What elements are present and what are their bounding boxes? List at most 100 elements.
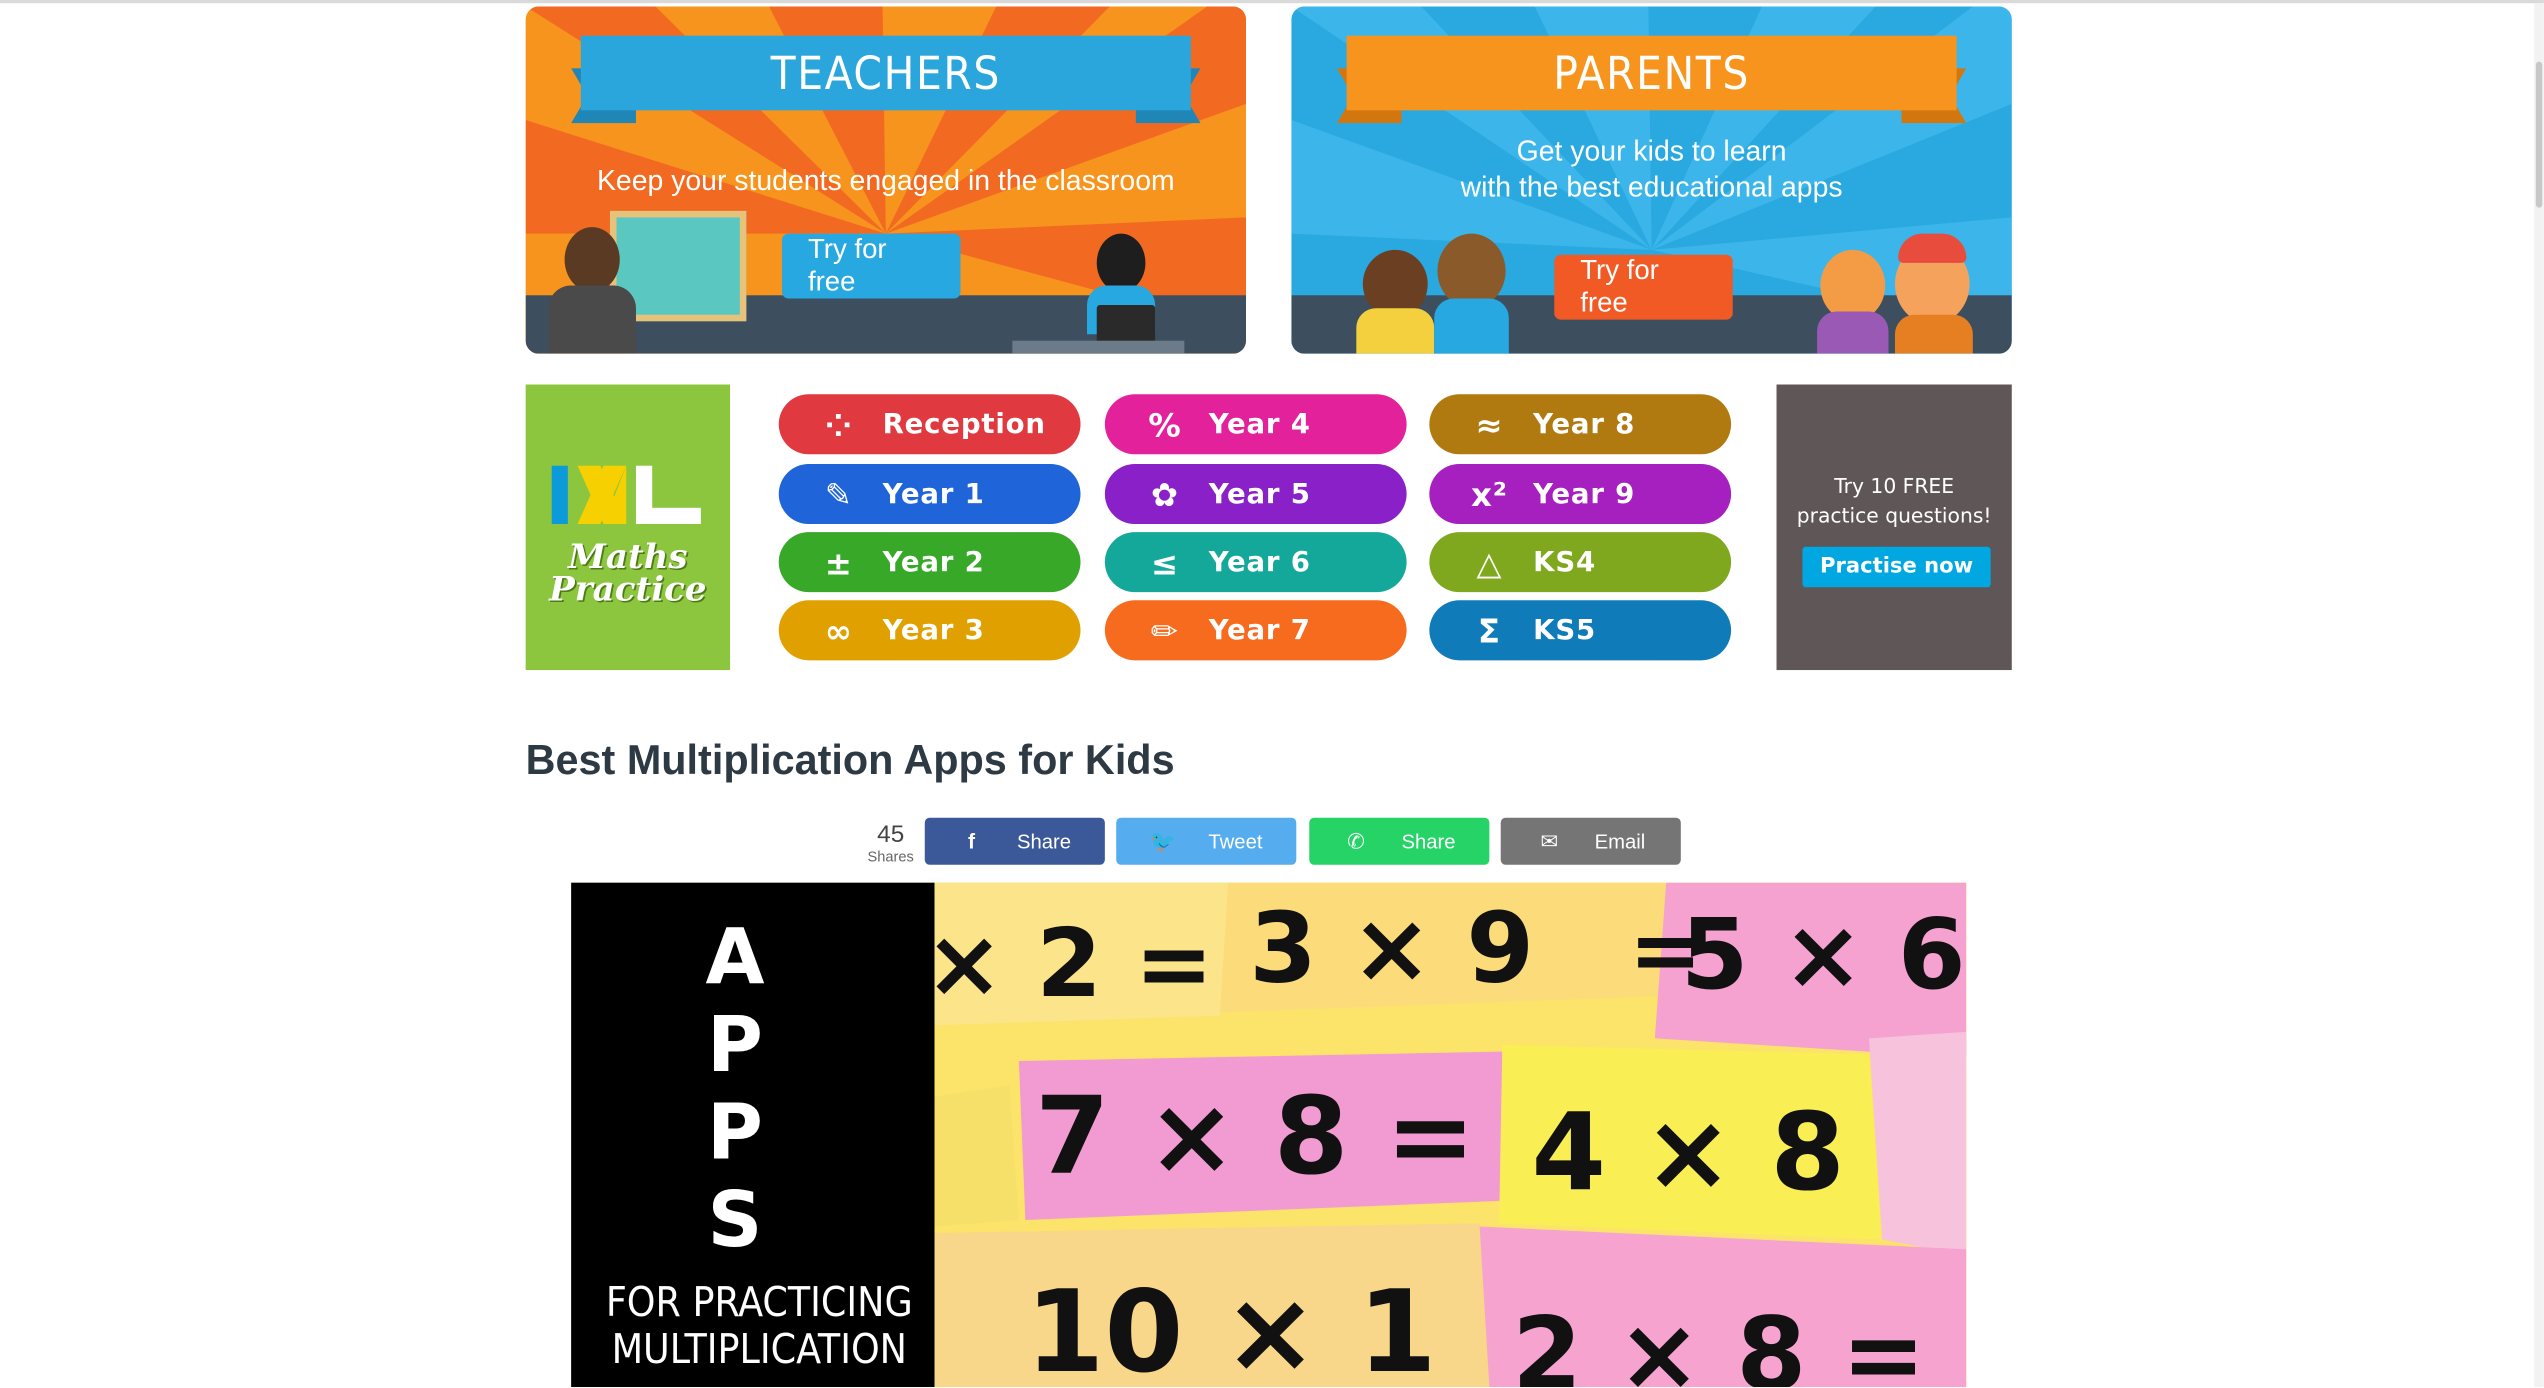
hero-card-8: 2 × 8 =: [1512, 1294, 1926, 1388]
parents-subtitle: Get your kids to learn with the best edu…: [1291, 133, 2011, 204]
page-title: Best Multiplication Apps for Kids: [525, 738, 1175, 784]
share-button-label: Email: [1594, 829, 1646, 853]
pencil-icon: ✏: [1150, 610, 1179, 650]
ixl-logo: [551, 465, 701, 525]
free-practice-line2: practice questions!: [1796, 502, 1992, 528]
grade-button-year-8[interactable]: ≈ Year 8: [1429, 394, 1732, 455]
grade-label: KS5: [1533, 614, 1597, 647]
grade-label: Year 5: [1208, 477, 1311, 511]
hero-subtitle-line2: MULTIPLICATION: [611, 1325, 907, 1373]
grade-label: Year 8: [1533, 408, 1636, 441]
parents-ribbon: PARENTS: [1336, 35, 1967, 124]
kid-body-4: [1894, 314, 1973, 354]
sigma-icon: Σ: [1477, 610, 1501, 650]
parents-subtitle-line1: Get your kids to learn: [1516, 134, 1787, 168]
kid-cap: [1898, 233, 1967, 263]
free-practice-box[interactable]: Try 10 FREE practice questions! Practise…: [1776, 384, 2012, 671]
grade-label: Year 1: [882, 477, 985, 511]
teachers-subtitle: Keep your students engaged in the classr…: [596, 163, 1175, 197]
grade-label: Year 2: [882, 545, 985, 579]
kid-body-2: [1434, 298, 1509, 354]
desk: [1012, 340, 1185, 354]
parents-try-free-button[interactable]: Try for free: [1554, 254, 1733, 320]
share-button-label: Share: [1016, 829, 1072, 853]
hero-card-7: 10 × 1: [1025, 1265, 1437, 1388]
teachers-ribbon: TEACHERS: [571, 35, 1201, 124]
teacher-body: [548, 285, 636, 354]
ixl-tagline: Maths Practice: [526, 539, 730, 609]
grade-label: KS4: [1533, 545, 1597, 579]
grade-button-year-2[interactable]: ± Year 2: [778, 532, 1081, 593]
share-count: 45 Shares: [861, 820, 919, 865]
hero-card-1: × 2 =: [924, 908, 1214, 1019]
hero-card-6: 4 × 8: [1531, 1090, 1845, 1216]
percent-icon: %: [1148, 404, 1182, 444]
hero-left-panel: APPS FOR PRACTICING MULTIPLICATION: [571, 882, 935, 1388]
parents-subtitle-line2: with the best educational apps: [1460, 170, 1843, 203]
grade-label: Year 7: [1208, 614, 1311, 647]
grade-label: Year 9: [1533, 477, 1636, 511]
grade-button-ks4[interactable]: △ KS4: [1429, 532, 1732, 593]
browser-top-border: [0, 0, 2544, 4]
apple-book-icon: ✿: [1150, 474, 1179, 514]
less-equal-icon: ≤: [1150, 542, 1179, 582]
grade-button-year-5[interactable]: ✿ Year 5: [1104, 464, 1407, 525]
grade-button-year-3[interactable]: ∞ Year 3: [778, 600, 1081, 661]
facebook-share-button[interactable]: f Share: [924, 817, 1105, 865]
teachers-try-free-button[interactable]: Try for free: [781, 233, 961, 299]
hero-card-4: 5 × 6: [1680, 898, 1966, 1013]
twitter-share-button[interactable]: 🐦 Tweet: [1116, 817, 1297, 865]
share-button-label: Tweet: [1208, 829, 1263, 853]
practise-now-button[interactable]: Practise now: [1802, 546, 1991, 588]
hero-card-5: 7 × 8 =: [1035, 1074, 1476, 1199]
grade-button-year-7[interactable]: ✏ Year 7: [1104, 600, 1407, 661]
x-squared-icon: x²: [1470, 474, 1508, 514]
hero-image: APPS FOR PRACTICING MULTIPLICATION × 2 =…: [571, 882, 1967, 1388]
grade-button-reception[interactable]: ⁘ Reception: [778, 394, 1081, 455]
ixl-logo-box[interactable]: Maths Practice: [525, 384, 731, 671]
share-count-label: Shares: [867, 848, 914, 865]
share-button-label: Share: [1401, 829, 1456, 853]
teachers-title: TEACHERS: [580, 35, 1191, 111]
hero-subtitle: FOR PRACTICING MULTIPLICATION: [584, 1278, 934, 1372]
grade-button-year-9[interactable]: x² Year 9: [1429, 464, 1732, 525]
email-icon: ✉: [1540, 828, 1559, 853]
hero-subtitle-line1: FOR PRACTICING: [605, 1278, 913, 1326]
kid-body-1: [1356, 308, 1435, 354]
triangle-icon: △: [1476, 542, 1503, 582]
grade-button-ks5[interactable]: Σ KS5: [1429, 600, 1732, 661]
twitter-icon: 🐦: [1149, 828, 1177, 853]
kid-character-2: [1437, 233, 1506, 309]
facebook-icon: f: [967, 829, 976, 854]
teachers-banner[interactable]: TEACHERS Keep your students engaged in t…: [525, 6, 1247, 354]
plus-minus-icon: ±: [824, 542, 853, 582]
whatsapp-icon: ✆: [1347, 828, 1365, 853]
approx-icon: ≈: [1475, 404, 1504, 444]
dots-icon: ⁘: [824, 404, 853, 444]
whatsapp-share-button[interactable]: ✆ Share: [1309, 817, 1490, 865]
grade-label: Year 6: [1208, 545, 1311, 579]
grade-label: Year 4: [1208, 408, 1311, 441]
free-practice-text: Try 10 FREE practice questions!: [1777, 472, 2012, 530]
hero-card-2: 3 × 9: [1249, 892, 1535, 1006]
laptop: [1096, 305, 1156, 344]
free-practice-line1: Try 10 FREE: [1834, 473, 1955, 499]
pencil-cup-icon: ✎: [824, 474, 853, 514]
grade-button-year-4[interactable]: % Year 4: [1104, 394, 1407, 455]
infinity-icon: ∞: [824, 610, 853, 650]
kid-body-3: [1817, 311, 1889, 354]
grade-label: Year 3: [882, 614, 985, 647]
share-count-number: 45: [877, 820, 905, 849]
scrollbar[interactable]: [2534, 3, 2544, 1388]
email-share-button[interactable]: ✉ Email: [1500, 817, 1681, 865]
parents-banner[interactable]: PARENTS Get your kids to learn with the …: [1291, 6, 2012, 354]
student-character: [1096, 233, 1146, 293]
parents-title: PARENTS: [1346, 35, 1957, 111]
grade-button-year-1[interactable]: ✎ Year 1: [778, 464, 1081, 525]
teacher-character: [564, 227, 620, 293]
ixl-tagline-line2: Practice: [549, 567, 707, 609]
grade-label: Reception: [882, 408, 1046, 441]
grade-button-year-6[interactable]: ≤ Year 6: [1104, 532, 1407, 593]
scrollbar-thumb[interactable]: [2535, 61, 2543, 208]
hero-apps-word: APPS: [705, 913, 765, 1266]
